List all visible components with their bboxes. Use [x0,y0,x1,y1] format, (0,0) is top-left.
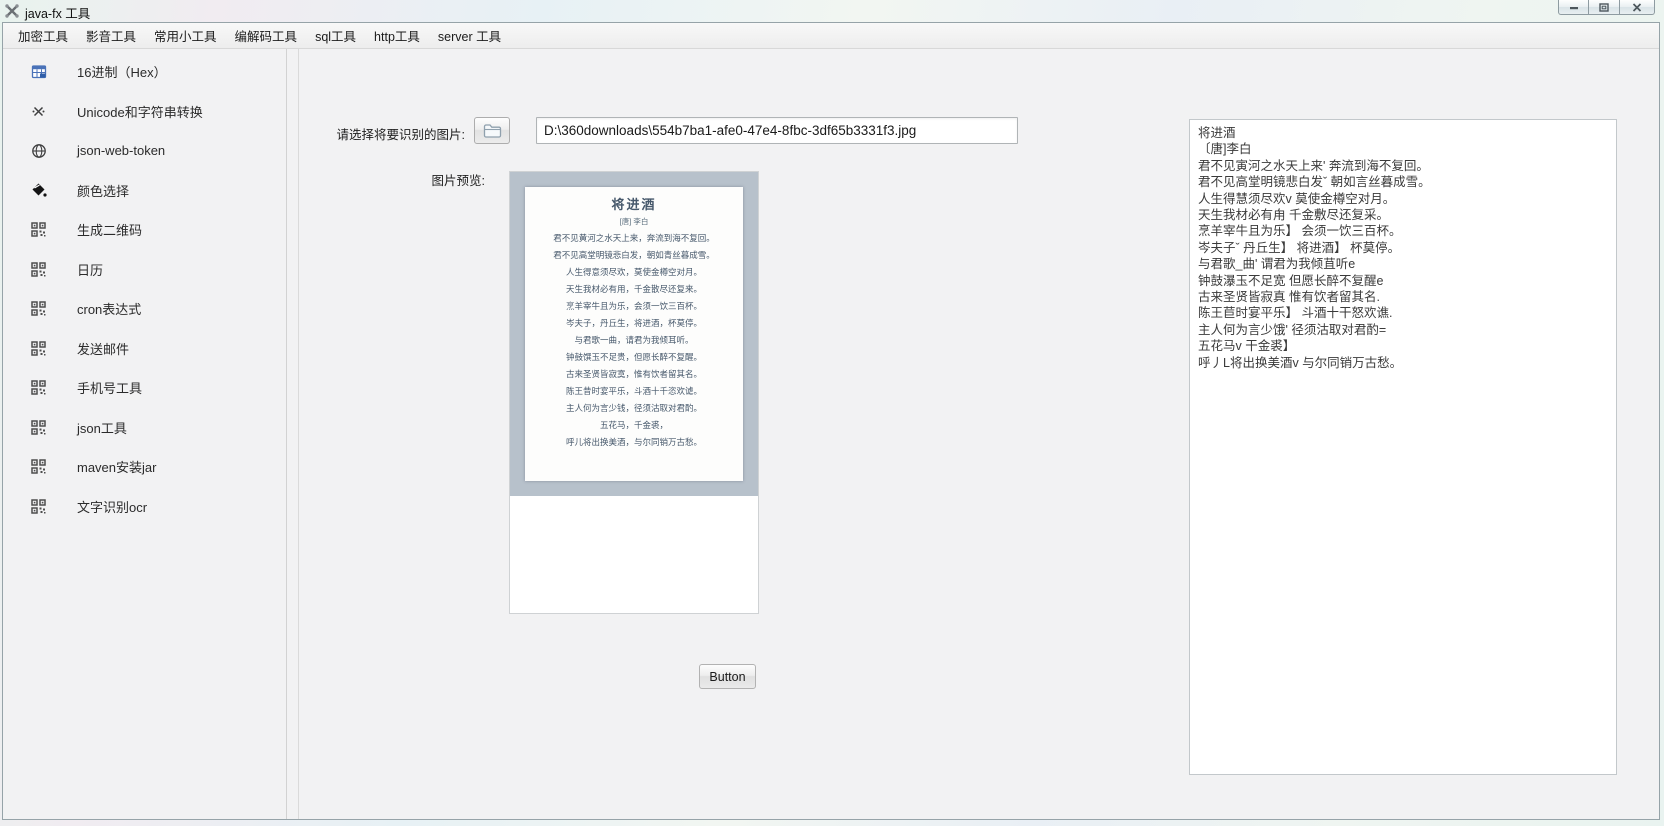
qrcode-icon [30,340,47,357]
sidebar-item-label: 发送邮件 [77,339,129,358]
sidebar-item-unicode[interactable]: Unicode和字符串转换 [3,92,286,132]
sidebar: 16进制（Hex） Unicode和字符串转换 json-web-token [3,49,287,819]
qrcode-icon [30,458,47,475]
app-window: 加密工具 影音工具 常用小工具 编解码工具 sql工具 http工具 serve… [2,22,1660,820]
menu-encrypt-tools[interactable]: 加密工具 [9,22,77,49]
sidebar-item-label: 日历 [77,260,103,279]
sidebar-item-cron[interactable]: cron表达式 [3,289,286,329]
image-preview-pane: 将进酒 [唐] 李白 君不见黄河之水天上来，奔流到海不复回。 君不见高堂明镜悲白… [509,171,759,614]
sidebar-item-jwt[interactable]: json-web-token [3,131,286,171]
browse-file-button[interactable] [474,117,510,144]
menu-codec-tools[interactable]: 编解码工具 [226,22,307,49]
ocr-result-textarea[interactable]: 将进酒 〔唐]李白 君不见寅河之水天上来' 奔流到海不复回。 君不见高堂明镜悲白… [1189,119,1617,775]
poem-lines: 君不见黄河之水天上来，奔流到海不复回。 君不见高堂明镜悲白发，朝如青丝暮成雪。 … [525,230,743,451]
pane-divider [298,49,299,819]
sidebar-item-label: 文字识别ocr [77,497,147,516]
image-preview-label: 图片预览: [303,170,485,189]
folder-icon [483,123,502,138]
sidebar-item-label: maven安装jar [77,457,156,476]
preview-image: 将进酒 [唐] 李白 君不见黄河之水天上来，奔流到海不复回。 君不见高堂明镜悲白… [510,172,758,496]
sidebar-item-label: 颜色选择 [77,181,129,200]
menu-server-tools[interactable]: server 工具 [429,22,510,49]
poem-title: 将进酒 [525,194,743,213]
hex-table-icon [30,63,47,80]
menu-http-tools[interactable]: http工具 [365,22,429,49]
minimize-button[interactable] [1558,0,1589,15]
qrcode-icon [30,498,47,515]
menu-sql-tools[interactable]: sql工具 [306,22,365,49]
app-logo-icon [4,3,20,19]
sidebar-item-phone[interactable]: 手机号工具 [3,368,286,408]
close-icon [1632,3,1642,12]
qrcode-icon [30,419,47,436]
run-ocr-button[interactable]: Button [699,664,756,689]
sidebar-item-calendar[interactable]: 日历 [3,250,286,290]
sidebar-item-label: 生成二维码 [77,220,142,239]
sidebar-item-hex[interactable]: 16进制（Hex） [3,52,286,92]
qrcode-icon [30,300,47,317]
qrcode-icon [30,379,47,396]
sidebar-item-ocr[interactable]: 文字识别ocr [3,487,286,527]
sidebar-item-qrcode[interactable]: 生成二维码 [3,210,286,250]
sidebar-item-label: Unicode和字符串转换 [77,102,203,121]
menu-bar: 加密工具 影音工具 常用小工具 编解码工具 sql工具 http工具 serve… [3,23,1659,49]
color-picker-icon [30,182,47,199]
title-bar: java-fx 工具 [0,0,1664,22]
sidebar-item-email[interactable]: 发送邮件 [3,329,286,369]
file-path-input[interactable] [536,117,1018,144]
minimize-icon [1569,3,1579,11]
sidebar-item-maven[interactable]: maven安装jar [3,447,286,487]
menu-common-tools[interactable]: 常用小工具 [145,22,226,49]
poem-author: [唐] 李白 [525,216,743,227]
globe-icon [30,142,47,159]
sidebar-item-label: 16进制（Hex） [77,62,167,81]
restore-icon [1599,3,1609,12]
unicode-icon [30,103,47,120]
sidebar-item-label: 手机号工具 [77,378,142,397]
window-title: java-fx 工具 [25,3,90,22]
restore-button[interactable] [1589,0,1620,15]
close-button[interactable] [1620,0,1655,15]
qrcode-icon [30,221,47,238]
sidebar-item-color[interactable]: 颜色选择 [3,171,286,211]
sidebar-item-json[interactable]: json工具 [3,408,286,448]
sidebar-item-label: json工具 [77,418,127,437]
file-select-label: 请选择将要识别的图片: [281,124,465,143]
poem-image-content: 将进酒 [唐] 李白 君不见黄河之水天上来，奔流到海不复回。 君不见高堂明镜悲白… [525,187,743,481]
sidebar-item-label: json-web-token [77,143,165,158]
menu-media-tools[interactable]: 影音工具 [77,22,145,49]
sidebar-item-label: cron表达式 [77,299,141,318]
qrcode-icon [30,261,47,278]
window-controls [1558,0,1655,15]
